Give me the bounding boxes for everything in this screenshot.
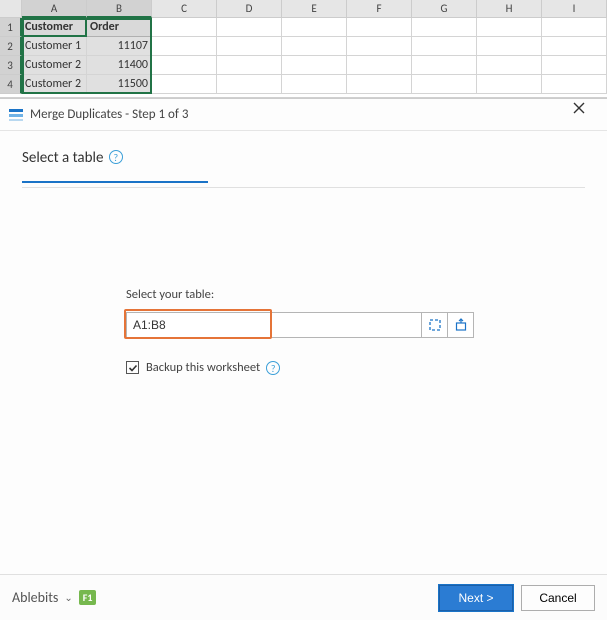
dialog-body: Select a table ? Select your table: Back…: [0, 131, 607, 575]
col-header-b[interactable]: B: [87, 0, 152, 18]
cell-b2[interactable]: 11107: [87, 37, 152, 56]
merge-duplicates-dialog: Merge Duplicates - Step 1 of 3 Select a …: [0, 98, 607, 620]
dialog-titlebar: Merge Duplicates - Step 1 of 3: [0, 99, 607, 131]
cell-a2[interactable]: Customer 1: [22, 37, 87, 56]
brand-text: Ablebits: [12, 589, 58, 606]
cell[interactable]: [542, 75, 607, 94]
merge-duplicates-icon: [8, 107, 24, 123]
cell-a4[interactable]: Customer 2: [22, 75, 87, 94]
cell[interactable]: [347, 18, 412, 37]
backup-checkbox[interactable]: [126, 361, 139, 374]
cell[interactable]: [412, 75, 477, 94]
cell[interactable]: [217, 37, 282, 56]
cell[interactable]: [477, 56, 542, 75]
cell[interactable]: [347, 37, 412, 56]
spreadsheet-grid: A B C D E F G H I 1 Customer Order 2 Cus…: [0, 0, 607, 98]
backup-label: Backup this worksheet: [146, 360, 260, 375]
step-heading: Select a table ?: [22, 149, 585, 181]
chevron-down-icon: ⌄: [64, 591, 72, 604]
cell-b1[interactable]: Order: [87, 18, 152, 37]
row-header-1[interactable]: 1: [0, 18, 22, 37]
cell[interactable]: [542, 37, 607, 56]
cell[interactable]: [282, 75, 347, 94]
dialog-footer: Ablebits ⌄ F1 Next > Cancel: [0, 574, 607, 620]
cell[interactable]: [282, 18, 347, 37]
col-header-g[interactable]: G: [412, 0, 477, 18]
col-header-h[interactable]: H: [477, 0, 542, 18]
cell[interactable]: [412, 56, 477, 75]
cell[interactable]: [542, 18, 607, 37]
cell[interactable]: [477, 37, 542, 56]
cell-b4[interactable]: 11500: [87, 75, 152, 94]
help-icon[interactable]: ?: [109, 150, 123, 164]
range-input[interactable]: [126, 312, 422, 338]
col-header-a[interactable]: A: [22, 0, 87, 18]
next-button[interactable]: Next >: [439, 585, 513, 611]
step-heading-text: Select a table: [22, 149, 103, 167]
col-header-f[interactable]: F: [347, 0, 412, 18]
row-header-2[interactable]: 2: [0, 37, 22, 56]
cell-b3[interactable]: 11400: [87, 56, 152, 75]
cancel-button[interactable]: Cancel: [521, 585, 595, 611]
select-range-button[interactable]: [422, 312, 448, 338]
cell[interactable]: [152, 18, 217, 37]
cell[interactable]: [412, 18, 477, 37]
cell[interactable]: [217, 75, 282, 94]
cell[interactable]: [347, 75, 412, 94]
expand-range-button[interactable]: [448, 312, 474, 338]
cell[interactable]: [477, 75, 542, 94]
cell-a3[interactable]: Customer 2: [22, 56, 87, 75]
cell[interactable]: [477, 18, 542, 37]
help-icon[interactable]: ?: [266, 361, 280, 375]
divider: [22, 187, 585, 188]
col-header-c[interactable]: C: [152, 0, 217, 18]
dialog-title: Merge Duplicates - Step 1 of 3: [30, 107, 573, 122]
cell[interactable]: [152, 56, 217, 75]
cell[interactable]: [347, 56, 412, 75]
cell-a1[interactable]: Customer: [22, 18, 87, 37]
cell[interactable]: [282, 56, 347, 75]
cell[interactable]: [217, 18, 282, 37]
col-header-e[interactable]: E: [282, 0, 347, 18]
row-header-4[interactable]: 4: [0, 75, 22, 94]
brand-link[interactable]: Ablebits ⌄ F1: [12, 589, 96, 606]
cell[interactable]: [152, 37, 217, 56]
cell[interactable]: [412, 37, 477, 56]
col-header-i[interactable]: I: [542, 0, 607, 18]
cell[interactable]: [217, 56, 282, 75]
close-button[interactable]: [573, 102, 599, 128]
select-all-corner[interactable]: [0, 0, 22, 18]
cell[interactable]: [542, 56, 607, 75]
col-header-d[interactable]: D: [217, 0, 282, 18]
cell[interactable]: [152, 75, 217, 94]
row-header-3[interactable]: 3: [0, 56, 22, 75]
cell[interactable]: [282, 37, 347, 56]
f1-badge: F1: [79, 590, 97, 605]
select-table-label: Select your table:: [126, 287, 486, 302]
step-progress-underline: [22, 181, 208, 183]
